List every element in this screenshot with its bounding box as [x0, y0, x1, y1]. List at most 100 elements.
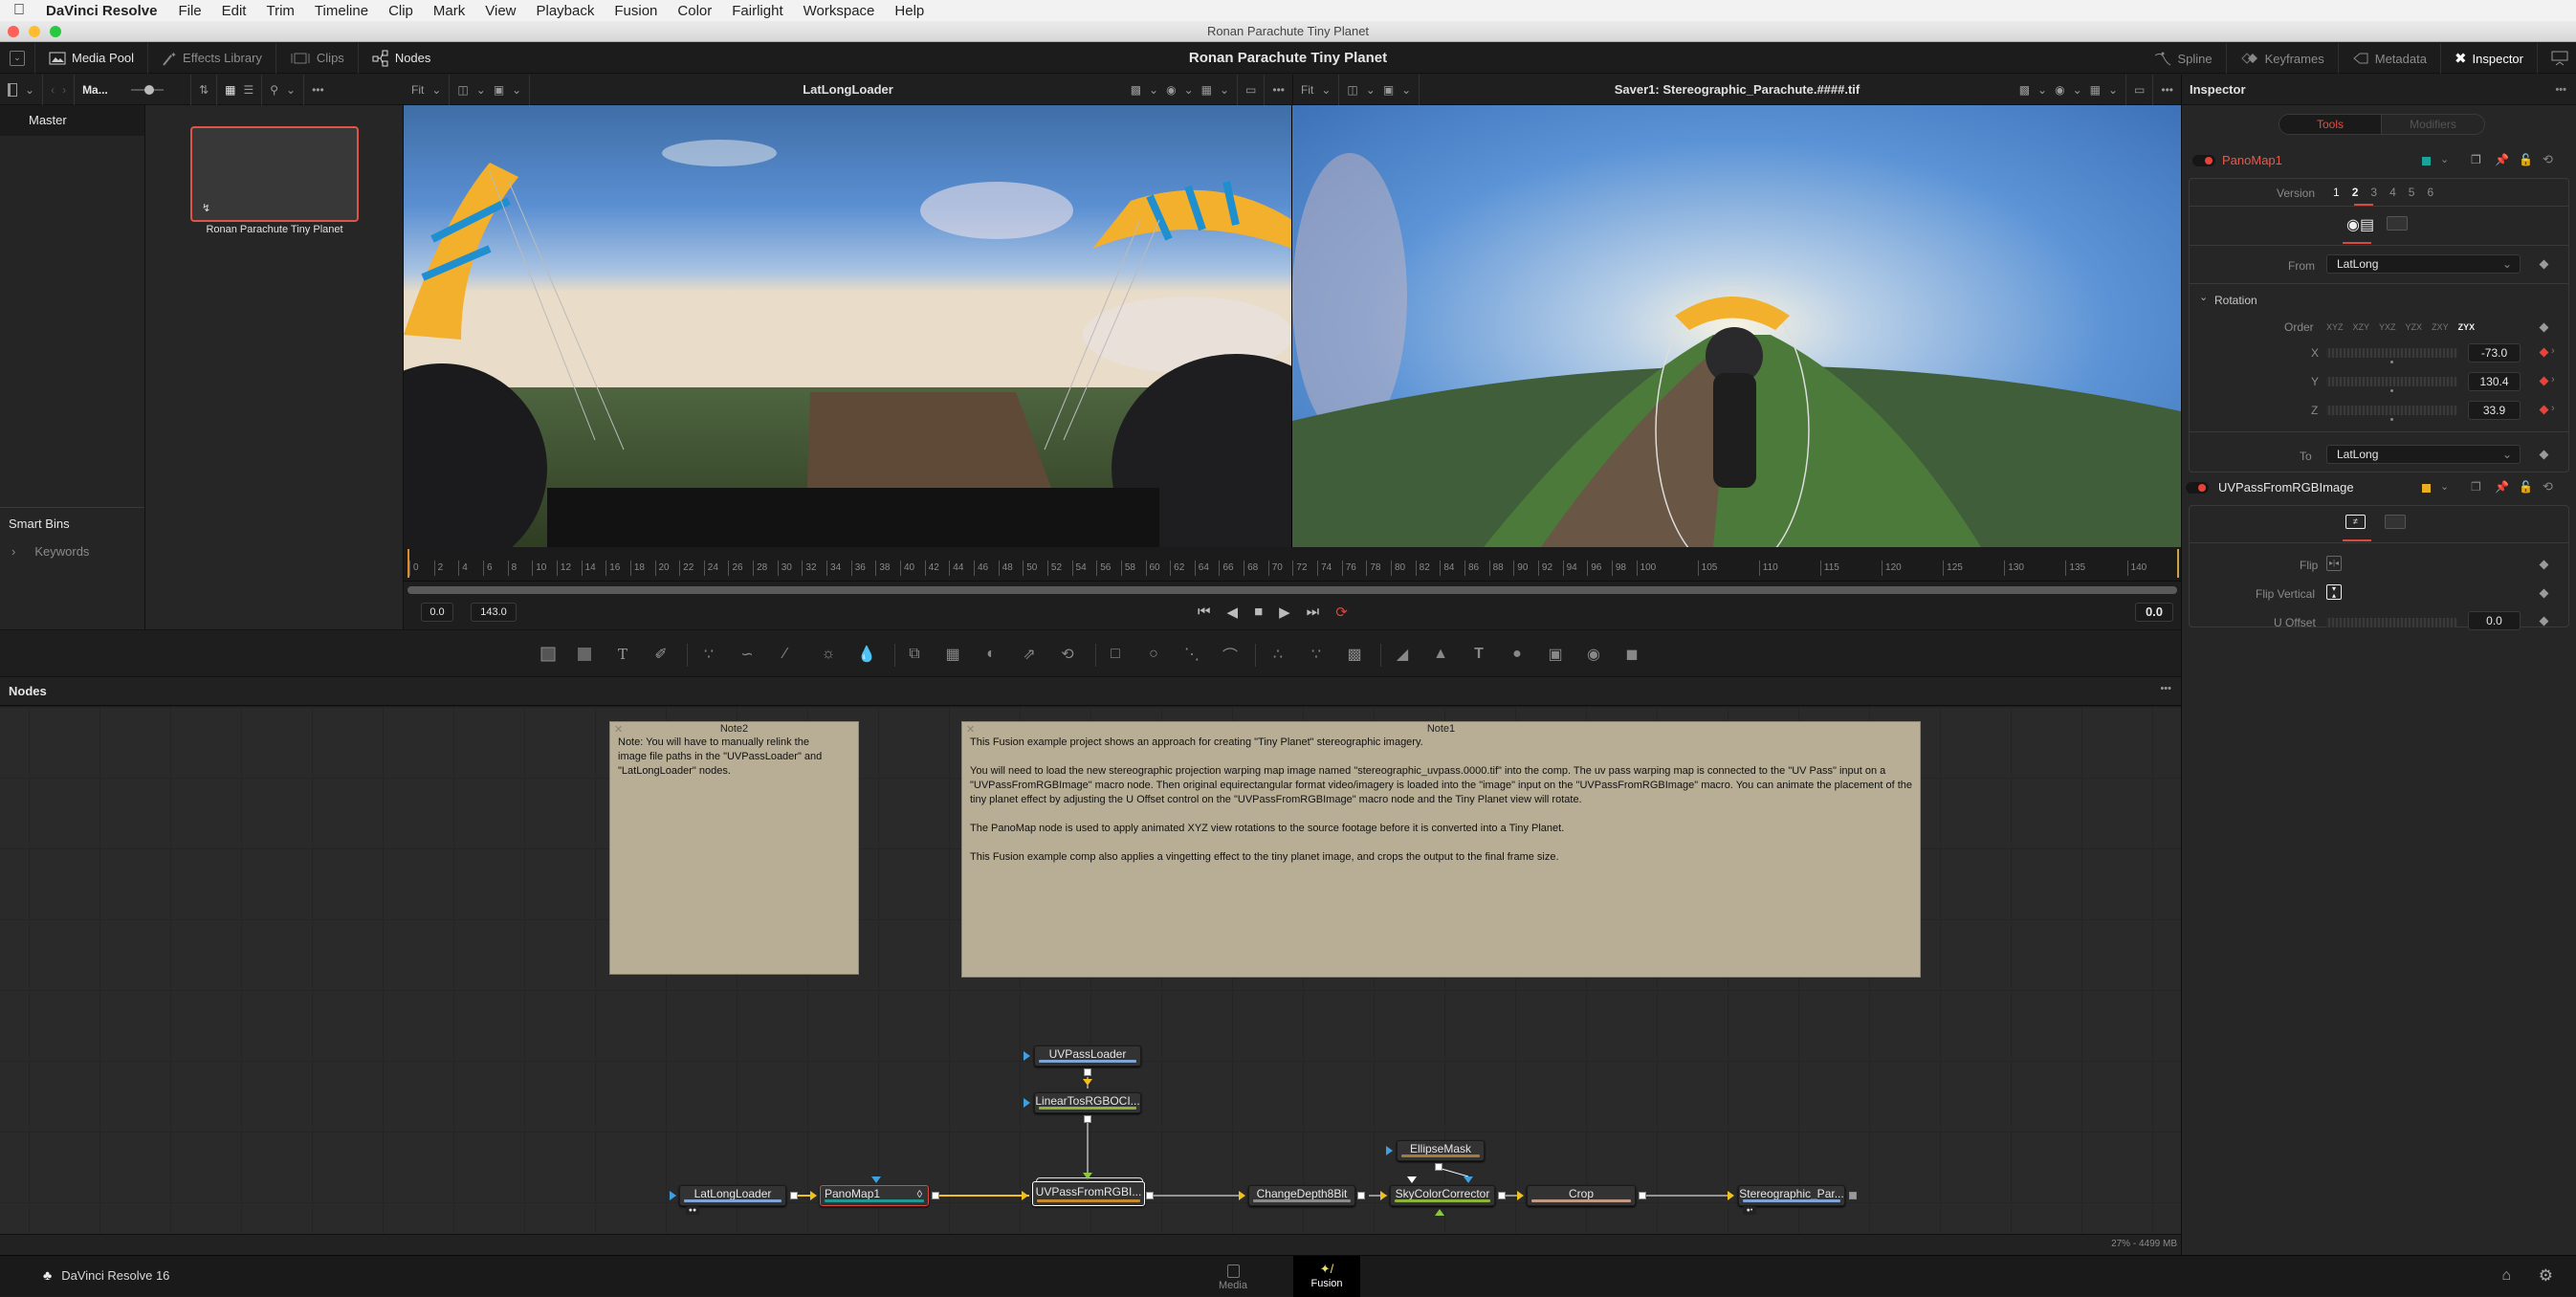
version-button-1[interactable]: 1: [2333, 186, 2340, 199]
spline-button[interactable]: Spline: [2141, 43, 2227, 74]
right-viewer-tiny-planet-image[interactable]: [1292, 105, 2181, 547]
pin-icon[interactable]: 📌: [2495, 480, 2509, 494]
menu-timeline[interactable]: Timeline: [315, 3, 368, 19]
workspace-toggle-button[interactable]: ⌄: [0, 42, 35, 74]
planar-tracker-icon[interactable]: ∵: [1306, 644, 1327, 665]
blur-tool-icon[interactable]: 💧: [856, 644, 877, 665]
node-output-port[interactable]: [932, 1192, 939, 1199]
version-stack-icon[interactable]: ❐: [2471, 480, 2481, 494]
smart-bin-keywords[interactable]: › Keywords: [11, 544, 89, 559]
color-corrector-tool-icon[interactable]: ∕: [775, 644, 796, 665]
go-to-end-button[interactable]: ⏭: [1307, 604, 1320, 621]
node-input-arrow[interactable]: [1024, 1098, 1030, 1108]
zoom-window-button[interactable]: [50, 26, 61, 37]
menu-view[interactable]: View: [485, 3, 516, 19]
chevron-down-icon[interactable]: ⌄: [2440, 480, 2449, 493]
flip-horizontal-button[interactable]: ▸|◂: [2326, 556, 2342, 571]
node-output-port[interactable]: [1849, 1192, 1857, 1199]
left-viewer-display-options[interactable]: ▩ ⌄ ◉ ⌄ ▦ ⌄: [1123, 74, 1239, 105]
left-viewer-more-button[interactable]: •••: [1265, 75, 1292, 105]
flip-vertical-button[interactable]: ▾ ▴: [2326, 584, 2342, 600]
left-viewer-safe-frame-button[interactable]: ▭: [1238, 74, 1266, 105]
app-menu[interactable]: DaVinci Resolve: [46, 3, 157, 19]
node-input-arrow[interactable]: [1380, 1191, 1387, 1200]
u-offset-field[interactable]: 0.0: [2468, 611, 2521, 630]
keyframe-button[interactable]: [2539, 560, 2549, 570]
current-frame-field[interactable]: 0.0: [2135, 603, 2173, 622]
transform-tool-icon[interactable]: ⇗: [1019, 644, 1040, 665]
bin-list-toggle[interactable]: ⌄: [0, 74, 44, 105]
loop-button[interactable]: ⟳: [1335, 604, 1348, 621]
to-dropdown[interactable]: LatLong ⌄: [2326, 445, 2521, 464]
right-viewer-more-button[interactable]: •••: [2153, 75, 2181, 105]
stop-button[interactable]: ■: [1254, 604, 1263, 621]
panomap-controls-tab-icon[interactable]: ◉▤: [2346, 215, 2374, 234]
keyframe-button[interactable]: [2539, 376, 2549, 386]
lock-icon[interactable]: 🔓: [2519, 480, 2533, 494]
matte-control-tool-icon[interactable]: ▦: [942, 644, 963, 665]
rotation-order-xyz[interactable]: XYZ: [2326, 322, 2344, 332]
menu-fairlight[interactable]: Fairlight: [732, 3, 782, 19]
controls-tab-icon[interactable]: ≠: [2345, 515, 2366, 529]
settings-tab-icon[interactable]: [2387, 216, 2408, 231]
tool-enable-toggle[interactable]: [2192, 155, 2215, 166]
node-lineartosrgb[interactable]: LinearTosRGBOCI...: [1034, 1092, 1141, 1113]
tool-header-panomap1[interactable]: PanoMap1 ⌄ ❐ 📌 🔓 ⟲: [2182, 149, 2576, 174]
version-button-5[interactable]: 5: [2409, 186, 2415, 199]
rotation-x-slider[interactable]: [2326, 348, 2457, 358]
keyframe-button[interactable]: [2539, 588, 2549, 599]
menu-help[interactable]: Help: [894, 3, 924, 19]
left-viewer-latlong-image[interactable]: [404, 105, 1292, 547]
clips-button[interactable]: Clips: [276, 42, 359, 74]
node-output-port[interactable]: [1084, 1068, 1091, 1076]
bin-master[interactable]: Master: [0, 105, 144, 136]
node-effect-mask-input[interactable]: [871, 1176, 881, 1183]
keyframe-button[interactable]: [2539, 616, 2549, 627]
render-end-marker[interactable]: [2177, 549, 2179, 578]
node-uvpassloader[interactable]: UVPassLoader: [1034, 1045, 1141, 1066]
background-tool-icon[interactable]: [538, 644, 559, 665]
camera-3d-icon[interactable]: ◉: [1583, 644, 1604, 665]
node-ellipsemask[interactable]: EllipseMask: [1397, 1140, 1485, 1161]
node-input-arrow[interactable]: [1022, 1191, 1028, 1200]
brightness-contrast-tool-icon[interactable]: ☼: [818, 644, 839, 665]
time-ruler[interactable]: 0 2 4 6 8 10 12 14 16 18 20 22 24 26 28 30 32 34 36 38 40 42 4…: [404, 547, 2181, 582]
right-viewer-safe-frame-button[interactable]: ▭: [2126, 74, 2154, 105]
channel-booleans-tool-icon[interactable]: ◐: [980, 644, 1002, 665]
node-saver-stereographic[interactable]: Stereographic_Par...: [1738, 1185, 1845, 1206]
view-indicator-dots[interactable]: ●•: [1743, 1206, 1756, 1215]
pin-icon[interactable]: 📌: [2495, 153, 2509, 166]
rectangle-mask-icon[interactable]: □: [1105, 644, 1126, 665]
node-crop[interactable]: Crop: [1527, 1185, 1636, 1206]
effects-library-button[interactable]: ✦ Effects Library: [148, 42, 276, 74]
version-button-6[interactable]: 6: [2427, 186, 2433, 199]
keyframe-button[interactable]: [2539, 405, 2549, 415]
menu-file[interactable]: File: [178, 3, 201, 19]
next-keyframe-icon[interactable]: ›: [2551, 403, 2555, 414]
node-skycolorcorrector[interactable]: SkyColorCorrector: [1390, 1185, 1495, 1206]
node-latlongloader[interactable]: LatLongLoader: [679, 1185, 786, 1206]
node-output-port[interactable]: [1498, 1192, 1506, 1199]
close-window-button[interactable]: [8, 26, 19, 37]
merge-3d-icon[interactable]: ●: [1507, 644, 1528, 665]
text-tool-icon[interactable]: T: [612, 644, 633, 665]
node-uvpass-input[interactable]: [1083, 1173, 1092, 1179]
point-light-3d-icon[interactable]: ◼: [1621, 644, 1642, 665]
keyframe-button[interactable]: [2539, 322, 2549, 333]
view-indicator-dots[interactable]: ●●: [686, 1206, 699, 1215]
fullscreen-viewer-button[interactable]: [2538, 43, 2576, 74]
fast-noise-tool-icon[interactable]: [574, 644, 595, 665]
forward-arrow-icon[interactable]: ›: [62, 83, 66, 97]
node-uvpassfromrgbimage[interactable]: UVPassFromRGBI...: [1032, 1181, 1145, 1206]
menu-color[interactable]: Color: [677, 3, 712, 19]
tool-enable-toggle[interactable]: [2186, 482, 2209, 494]
apple-menu-icon[interactable]: : [13, 2, 33, 19]
renderer-3d-icon[interactable]: ▣: [1545, 644, 1566, 665]
page-tab-media[interactable]: Media: [1198, 1256, 1268, 1297]
particles-tool-icon[interactable]: ∵: [698, 644, 719, 665]
bin-history-nav[interactable]: ‹ ›: [43, 74, 76, 105]
nodes-more-button[interactable]: •••: [2160, 683, 2171, 694]
node-input-arrow[interactable]: [1024, 1051, 1030, 1061]
playhead[interactable]: [407, 549, 409, 578]
right-viewer-fit-dropdown[interactable]: Fit ⌄: [1293, 74, 1340, 105]
